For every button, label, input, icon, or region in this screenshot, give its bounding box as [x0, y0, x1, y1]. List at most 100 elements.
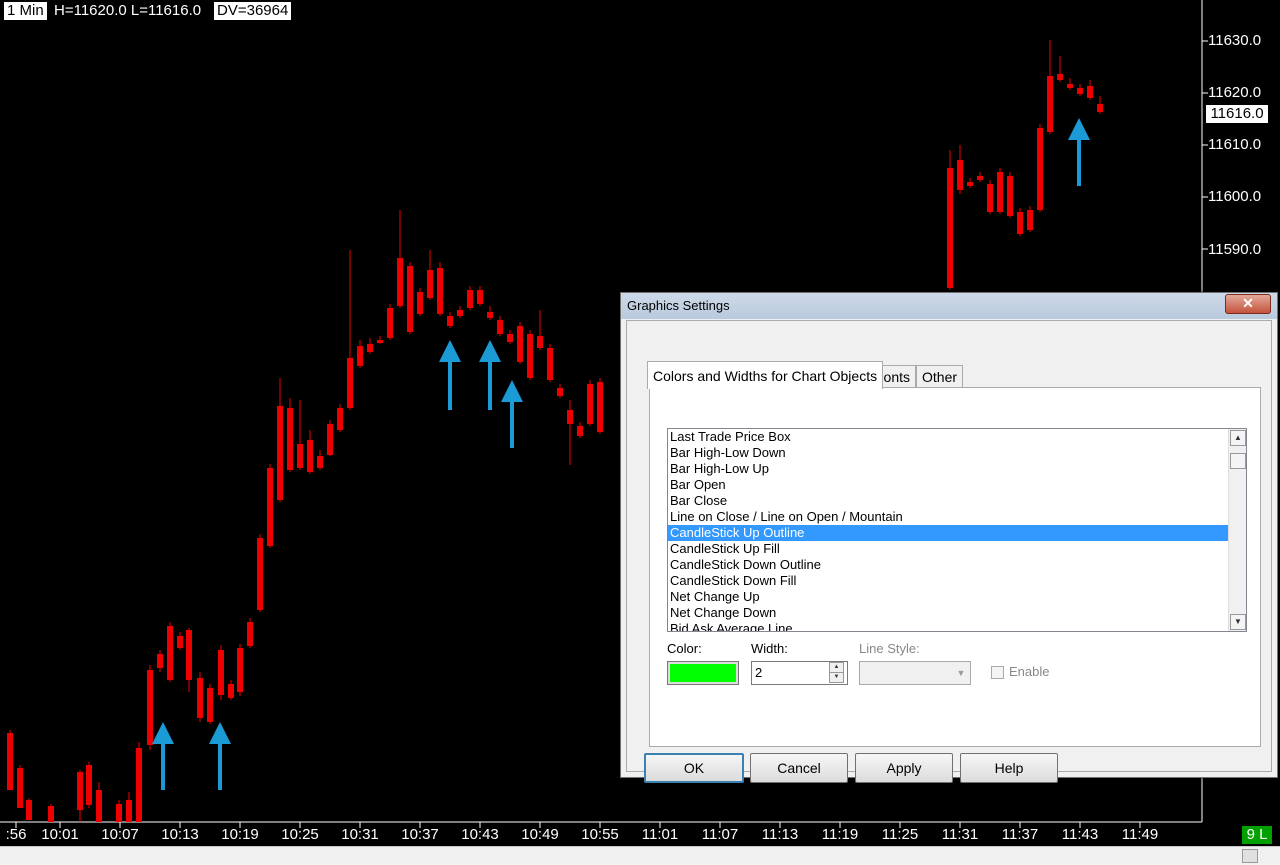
list-vertical-scrollbar[interactable]: ▲ ▼ [1228, 429, 1246, 631]
candle-body [457, 310, 463, 316]
width-stepper[interactable]: ▲ ▼ [829, 662, 844, 683]
candle-body [297, 444, 303, 468]
candle-body [427, 270, 433, 298]
candle-body [17, 768, 23, 808]
candle-body [497, 320, 503, 334]
low-value: L=11616.0 [130, 2, 202, 19]
candle-body [317, 456, 323, 468]
candle-body [557, 388, 563, 396]
list-item[interactable]: CandleStick Down Outline [668, 557, 1228, 573]
close-button[interactable]: ✕ [1225, 294, 1271, 314]
candle-body [967, 182, 973, 186]
list-item[interactable]: Bid Ask Average Line [668, 621, 1228, 631]
annotation-arrow-head [479, 340, 501, 362]
scroll-up-icon[interactable]: ▲ [1230, 430, 1246, 446]
candle-body [177, 636, 183, 648]
candle-body [1067, 84, 1073, 88]
chart-object-list[interactable]: Last Trade Price Box Bar High-Low Down B… [667, 428, 1247, 632]
horizontal-scrollbar[interactable] [0, 846, 1280, 865]
candle-body [367, 344, 373, 352]
help-button[interactable]: Help [960, 753, 1058, 783]
list-item[interactable]: CandleStick Up Fill [668, 541, 1228, 557]
candle-body [337, 408, 343, 430]
candle-body [247, 622, 253, 646]
time-label: 11:25 [881, 826, 919, 843]
list-item[interactable]: Last Trade Price Box [668, 429, 1228, 445]
list-item[interactable]: Bar Open [668, 477, 1228, 493]
candle-body [1037, 128, 1043, 210]
scrollbar-thumb[interactable] [1242, 849, 1258, 863]
candle-body [1007, 176, 1013, 216]
candle-body [218, 650, 224, 695]
list-item[interactable]: Line on Close / Line on Open / Mountain [668, 509, 1228, 525]
width-label: Width: [751, 641, 788, 656]
price-label: 11610.0 [1208, 136, 1262, 153]
list-item[interactable]: Net Change Up [668, 589, 1228, 605]
last-price-box: 11616.0 [1205, 104, 1269, 124]
chevron-down-icon: ▼ [956, 668, 966, 678]
apply-button[interactable]: Apply [855, 753, 953, 783]
dialog-titlebar[interactable]: Graphics Settings ✕ [621, 293, 1277, 319]
time-label: 11:31 [941, 826, 979, 843]
list-item[interactable]: Bar High-Low Up [668, 461, 1228, 477]
annotation-arrow-head [439, 340, 461, 362]
list-item[interactable]: Bar High-Low Down [668, 445, 1228, 461]
candle-body [1057, 74, 1063, 80]
candle-body [587, 384, 593, 424]
candle-body [357, 346, 363, 366]
candle-body [267, 468, 273, 546]
candle-body [1047, 76, 1053, 132]
candle-body [347, 358, 353, 408]
list-item[interactable]: Bar Close [668, 493, 1228, 509]
dialog-body: Colors and Widths for Chart Objects Font… [626, 320, 1272, 783]
cancel-button[interactable]: Cancel [750, 753, 848, 783]
color-swatch-button[interactable] [667, 661, 739, 685]
time-label: 10:43 [461, 826, 499, 843]
volume-readout: DV=36964 [214, 2, 292, 20]
candle-body [277, 406, 283, 500]
candle-body [1077, 88, 1083, 94]
time-label: 11:43 [1061, 826, 1099, 843]
candle-body [397, 258, 403, 306]
candle-body [477, 290, 483, 304]
time-label: 11:13 [761, 826, 799, 843]
list-item[interactable]: Net Change Down [668, 605, 1228, 621]
list-item-selected[interactable]: CandleStick Up Outline [668, 525, 1228, 541]
candle-body [407, 266, 413, 332]
candle-body [517, 326, 523, 362]
candle-body [537, 336, 543, 348]
candle-body [77, 772, 83, 810]
price-label: 11620.0 [1208, 84, 1262, 101]
enable-label: Enable [1009, 664, 1050, 679]
high-low-readout: H=11620.0 L=11616.0 [51, 2, 204, 20]
line-style-select[interactable]: ▼ [859, 661, 971, 685]
candle-body [467, 290, 473, 308]
candle-body [567, 410, 573, 424]
candle-body [547, 348, 553, 380]
time-label: 11:19 [821, 826, 859, 843]
candle-body [7, 733, 13, 790]
tab-other[interactable]: Other [916, 365, 964, 388]
candle-body [947, 168, 953, 288]
scroll-down-icon[interactable]: ▼ [1230, 614, 1246, 630]
tab-colors-and-widths[interactable]: Colors and Widths for Chart Objects [647, 361, 884, 389]
annotation-arrow-head [501, 380, 523, 402]
candle-body [96, 790, 102, 822]
candle-body [147, 670, 153, 745]
spin-down-icon[interactable]: ▼ [829, 672, 844, 683]
time-label: 11:49 [1121, 826, 1159, 843]
candle-body [1027, 210, 1033, 230]
candle-body [957, 160, 963, 190]
candle-body [86, 765, 92, 805]
candle-body [237, 648, 243, 692]
enable-checkbox[interactable] [991, 666, 1004, 679]
ok-button[interactable]: OK [644, 753, 744, 783]
list-item[interactable]: CandleStick Down Fill [668, 573, 1228, 589]
candle-body [48, 806, 54, 822]
candle-body [527, 334, 533, 378]
scrollbar-thumb[interactable] [1230, 453, 1246, 469]
candle-body [447, 316, 453, 326]
candle-body [116, 804, 122, 822]
candle-body [327, 424, 333, 455]
candle-body [1097, 104, 1103, 112]
